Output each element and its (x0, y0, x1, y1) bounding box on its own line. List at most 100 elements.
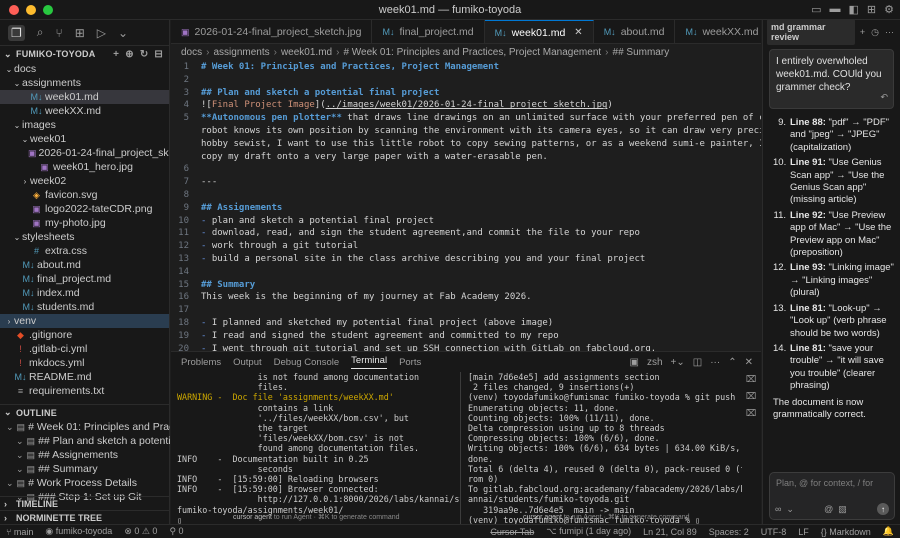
outline-item[interactable]: ⌄ ▤ # Work Process Details (0, 476, 170, 490)
tree-file[interactable]: ! .gitlab-ci.yml (0, 342, 169, 356)
mention-icon[interactable]: @ (824, 504, 833, 514)
explorer-section-header[interactable]: ⌄ FUMIKO-TOYODA + ⊕ ↻ ⊟ (0, 46, 169, 62)
tree-file[interactable]: ▣ logo2022-tateCDR.png (0, 202, 169, 216)
outline-item[interactable]: ⌄▤# Week 01: Principles and Practic... (0, 420, 170, 434)
norminette-section-header[interactable]: › NORMINETTE TREE (0, 510, 170, 524)
line-reference[interactable]: Line 93: (790, 262, 826, 273)
extensions-icon[interactable]: ⊞ (75, 26, 85, 40)
encoding[interactable]: UTF-8 (755, 527, 793, 537)
restore-checkpoint-icon[interactable]: ↶ (880, 91, 888, 104)
tree-file[interactable]: M↓ final_project.md (0, 272, 169, 286)
tree-file[interactable]: ▣ week01_hero.jpg (0, 160, 169, 174)
run-debug-icon[interactable]: ▷ (97, 26, 106, 40)
more-icon[interactable]: ··· (885, 27, 894, 38)
tree-file[interactable]: ◆ .gitignore (0, 328, 169, 342)
more-icon[interactable]: ··· (710, 357, 720, 368)
user-message[interactable]: I entirely overwholed week01.md. COUld y… (769, 49, 894, 109)
chat-tab[interactable]: md grammar review (767, 19, 855, 45)
minimize-window-button[interactable] (26, 4, 36, 15)
tab-output[interactable]: Output (233, 357, 262, 368)
problems-item[interactable]: ⊗ 0 ⚠ 0 (118, 526, 163, 537)
breadcrumb-item[interactable]: # Week 01: Principles and Practices, Pro… (343, 47, 601, 58)
tree-folder[interactable]: ⌄ assignments (0, 76, 169, 90)
close-panel-icon[interactable]: ✕ (745, 357, 753, 368)
code-editor[interactable]: 1 # Week 01: Principles and Practices, Pr… (171, 62, 761, 351)
new-file-icon[interactable]: + (113, 49, 119, 60)
outline-item[interactable]: ⌄ ▤ ## Summary (0, 462, 170, 476)
line-reference[interactable]: Line 88: (790, 117, 826, 128)
editor-tab[interactable]: M↓ final_project.md (372, 20, 485, 43)
tree-file[interactable]: ! mkdocs.yml (0, 356, 169, 370)
maximize-window-button[interactable] (43, 4, 53, 15)
outline-section-header[interactable]: ⌄ OUTLINE (0, 404, 170, 420)
tree-file[interactable]: M↓ index.md (0, 286, 169, 300)
layout-icon[interactable]: ⊞ (867, 3, 876, 16)
terminal-instance-icon[interactable]: ⌧ (746, 374, 756, 385)
editor-tab[interactable]: M↓ weekXX.md (675, 20, 761, 43)
branch-item[interactable]: ⑂ main (0, 527, 39, 537)
tree-folder[interactable]: › week02 (0, 174, 169, 188)
new-folder-icon[interactable]: ⊕ (125, 49, 134, 60)
new-terminal-icon[interactable]: +⌄ (671, 357, 685, 368)
terminal-instance-icon[interactable]: ⌧ (746, 391, 756, 402)
outline-item[interactable]: ⌄ ▤ ## Assignements (0, 448, 170, 462)
tree-file[interactable]: M↓ week01.md (0, 90, 169, 104)
terminal-instance-icon[interactable]: ⌧ (746, 408, 756, 419)
new-chat-icon[interactable]: + (860, 27, 865, 38)
breadcrumb-item[interactable]: week01.md (281, 47, 332, 58)
tree-file[interactable]: M↓ about.md (0, 258, 169, 272)
tree-file[interactable]: ≡ requirements.txt (0, 384, 169, 398)
account-item[interactable]: ◉ fumiko-toyoda (39, 526, 118, 537)
image-icon[interactable]: ▧ (838, 504, 847, 515)
line-reference[interactable]: Line 81: (790, 343, 826, 354)
toggle-sidebar-icon[interactable]: ▭ (811, 3, 821, 16)
tree-file[interactable]: # extra.css (0, 244, 169, 258)
source-control-icon[interactable]: ⑂ (56, 26, 63, 40)
cursor-position[interactable]: Ln 21, Col 89 (637, 527, 703, 537)
search-icon[interactable]: ⌕ (37, 25, 44, 40)
line-reference[interactable]: Line 91: (790, 157, 826, 168)
chat-input[interactable]: Plan, @ for context, / for ∞ ⌄ @ ▧ ↑ (769, 472, 895, 520)
indentation[interactable]: Spaces: 2 (703, 527, 755, 537)
tree-folder[interactable]: ⌄ week01 (0, 132, 169, 146)
notifications-icon[interactable]: 🔔 (877, 526, 900, 537)
send-icon[interactable]: ↑ (877, 503, 889, 515)
chevron-down-icon[interactable]: ⌄ (118, 26, 128, 40)
toggle-panel-icon[interactable]: ▬ (830, 3, 841, 16)
tab-terminal[interactable]: Terminal (351, 355, 388, 369)
tree-file[interactable]: ▣ my-photo.jpg (0, 216, 169, 230)
history-icon[interactable]: ◷ (871, 27, 879, 38)
maximize-panel-icon[interactable]: ⌃ (728, 357, 736, 368)
chevron-down-icon[interactable]: ⌄ (786, 504, 794, 515)
editor-tab[interactable]: M↓ about.md (594, 20, 676, 43)
tree-file[interactable]: M↓ README.md (0, 370, 169, 384)
ports-item[interactable]: ⚲ 0 (163, 526, 189, 537)
tree-folder[interactable]: ⌄ stylesheets (0, 230, 169, 244)
cursor-tab-item[interactable]: Cursor Tab (484, 527, 540, 537)
tree-file[interactable]: ◈ favicon.svg (0, 188, 169, 202)
split-terminal-icon[interactable]: ◫ (693, 357, 702, 368)
tab-ports[interactable]: Ports (399, 357, 421, 368)
terminal-right[interactable]: [main 7d6e4e5] add assignments section 2… (462, 372, 742, 525)
timeline-section-header[interactable]: › TIMELINE (0, 496, 170, 510)
close-window-button[interactable] (9, 4, 19, 15)
line-reference[interactable]: Line 81: (790, 303, 826, 314)
refresh-icon[interactable]: ↻ (140, 49, 149, 60)
terminal-left[interactable]: is not found among documentation files. W… (171, 372, 461, 525)
explorer-icon[interactable]: ❐ (8, 24, 25, 41)
tab-problems[interactable]: Problems (181, 357, 221, 368)
tree-folder[interactable]: › venv (0, 314, 169, 328)
blame-item[interactable]: ⌥ fumipi (1 day ago) (540, 526, 637, 537)
line-reference[interactable]: Line 92: (790, 210, 826, 221)
settings-gear-icon[interactable]: ⚙ (884, 3, 894, 16)
agent-mode-selector[interactable]: ∞ (775, 504, 781, 514)
collapse-all-icon[interactable]: ⊟ (154, 49, 163, 60)
breadcrumb-item[interactable]: ## Summary (613, 47, 670, 58)
tree-file[interactable]: ▣2026-01-24-final_project_sketc... (0, 146, 169, 160)
editor-tab[interactable]: M↓ week01.md ✕ (484, 20, 594, 43)
tree-file[interactable]: M↓ students.md (0, 300, 169, 314)
toggle-chat-icon[interactable]: ◧ (849, 3, 859, 16)
tab-debug-console[interactable]: Debug Console (274, 357, 340, 368)
tree-folder[interactable]: ⌄ docs (0, 62, 169, 76)
language-mode[interactable]: {} Markdown (815, 527, 877, 537)
